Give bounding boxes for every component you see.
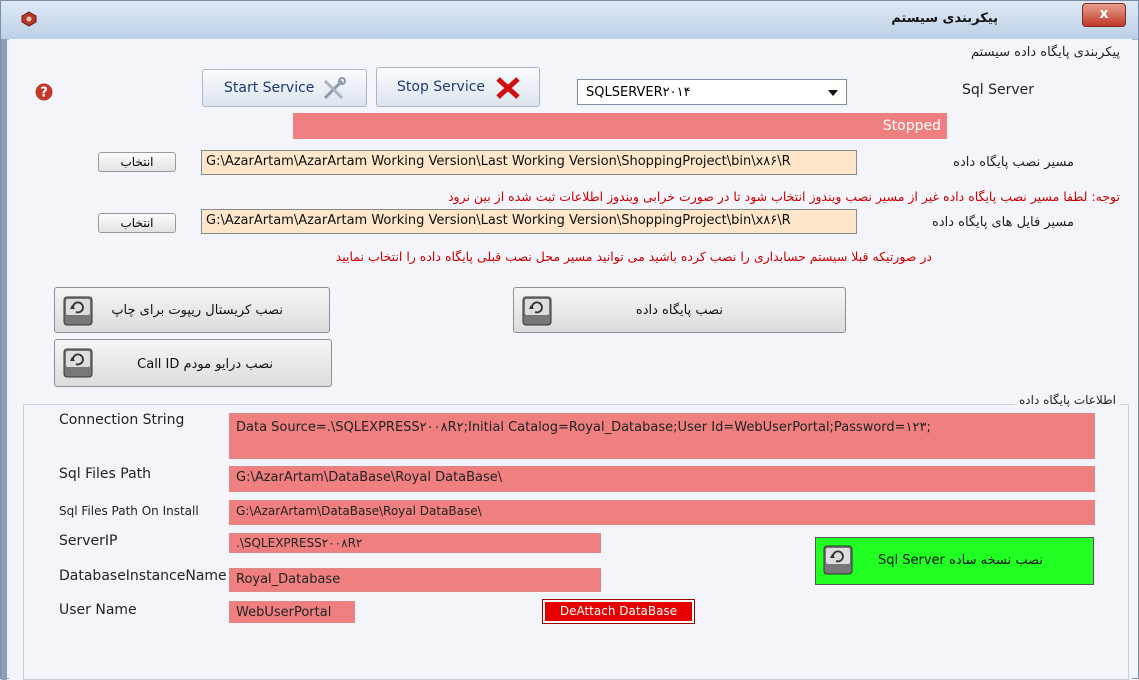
sql-files-path-field[interactable]: G:\AzarArtam\DataBase\Royal DataBase\: [229, 466, 1095, 492]
db-install-path-input[interactable]: G:\AzarArtam\AzarArtam Working Version\L…: [201, 150, 857, 175]
install-path-note: توجه: لطفا مسیر نصب پایگاه داده غیر از م…: [447, 189, 1120, 204]
window-title: پیکربندی سیستم: [891, 11, 998, 26]
choose-files-path-button[interactable]: انتخاب: [98, 213, 176, 233]
install-sql-express-label: نصب نسخه ساده Sql Server: [878, 553, 1043, 568]
db-files-path-input[interactable]: G:\AzarArtam\AzarArtam Working Version\L…: [201, 209, 857, 234]
deattach-database-button[interactable]: DeAttach DataBase: [542, 599, 695, 624]
sql-files-path-install-field[interactable]: G:\AzarArtam\DataBase\Royal DataBase\: [229, 500, 1095, 525]
sql-server-label: Sql Server: [962, 82, 1035, 98]
config-window: پیکربندی سیستم x پیکربندی پایگاه داده سی…: [0, 0, 1139, 680]
install-sql-express-button[interactable]: نصب نسخه ساده Sql Server: [815, 537, 1094, 585]
disk-drive-icon: [522, 296, 552, 326]
disk-drive-icon: [63, 296, 93, 326]
red-x-icon: [496, 77, 520, 99]
help-icon[interactable]: ?: [35, 83, 53, 101]
app-icon: [21, 11, 37, 27]
start-service-button[interactable]: Start Service: [202, 69, 367, 107]
install-modem-driver-button[interactable]: نصب درایو مودم Call ID: [54, 339, 332, 387]
install-database-button[interactable]: نصب پایگاه داده: [513, 287, 846, 333]
title-bar[interactable]: پیکربندی سیستم x: [1, 1, 1138, 40]
install-crystal-report-label: نصب کریستال ریپوت برای چاپ: [111, 303, 283, 318]
install-crystal-report-button[interactable]: نصب کریستال ریپوت برای چاپ: [54, 287, 330, 333]
database-instance-field[interactable]: Royal_Database: [229, 568, 601, 592]
sql-files-path-label: Sql Files Path: [59, 466, 152, 482]
user-name-field[interactable]: WebUserPortal: [229, 601, 355, 623]
svg-text:?: ?: [40, 86, 48, 101]
wrench-screwdriver-icon: [323, 77, 346, 100]
disk-drive-icon: [823, 545, 853, 575]
sql-server-select[interactable]: SQLSERVER۲۰۱۴: [577, 79, 847, 105]
previous-install-note: در صورتیکه قبلا سیستم حسابداری را نصب کر…: [335, 249, 932, 264]
database-instance-label: DatabaseInstanceName: [59, 568, 227, 584]
sql-files-path-install-label: Sql Files Path On Install: [59, 504, 199, 518]
sql-server-selected-value: SQLSERVER۲۰۱۴: [586, 85, 691, 100]
stop-service-label: Stop Service: [397, 79, 486, 95]
chevron-down-icon: [828, 90, 838, 96]
connection-string-label: Connection String: [59, 412, 185, 428]
install-modem-driver-label: نصب درایو مودم Call ID: [137, 357, 273, 372]
server-group-title: پیکربندی پایگاه داده سیستم: [971, 45, 1120, 60]
connection-string-field[interactable]: Data Source=.\SQLEXPRESS۲۰۰۸R۲;Initial C…: [229, 413, 1095, 459]
db-info-group-title: اطلاعات پایگاه داده: [1014, 393, 1120, 407]
server-ip-field[interactable]: .\SQLEXPRESS۲۰۰۸R۲: [229, 533, 601, 553]
stop-service-button[interactable]: Stop Service: [376, 67, 540, 107]
close-button[interactable]: x: [1082, 3, 1126, 27]
server-ip-label: ServerIP: [59, 533, 118, 549]
install-database-label: نصب پایگاه داده: [635, 303, 723, 318]
start-service-label: Start Service: [224, 80, 315, 96]
db-files-path-label: مسیر فایل های پایگاه داده: [932, 215, 1074, 230]
service-status-bar: Stopped: [293, 113, 947, 139]
client-area: پیکربندی پایگاه داده سیستم ? Start Servi…: [9, 39, 1132, 680]
db-install-path-label: مسیر نصب پایگاه داده: [953, 155, 1074, 170]
left-border: [1, 39, 7, 680]
choose-install-path-button[interactable]: انتخاب: [98, 152, 176, 172]
disk-drive-icon: [63, 348, 93, 378]
user-name-label: User Name: [59, 602, 137, 618]
